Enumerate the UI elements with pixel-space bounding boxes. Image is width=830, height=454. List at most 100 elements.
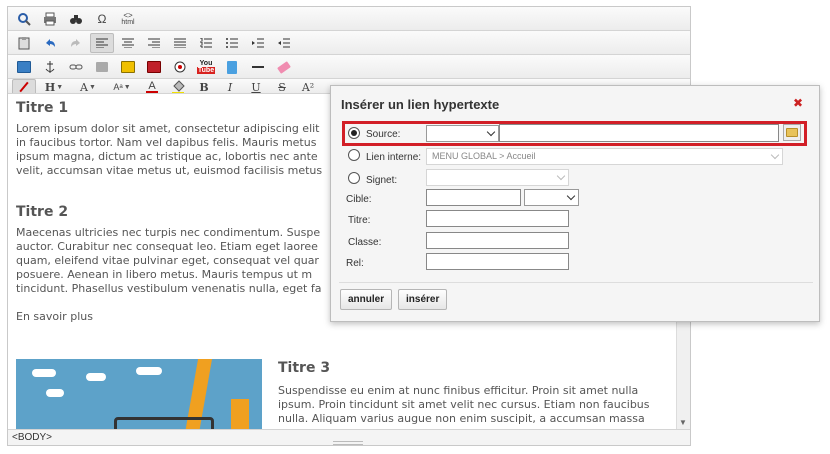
align-center-icon: [122, 38, 134, 48]
table-icon: [17, 61, 31, 73]
chevron-down-icon: [770, 150, 780, 160]
unlink-icon: [96, 62, 108, 72]
paragraph-2: Maecenas ultricies nec turpis nec condim…: [16, 226, 322, 295]
unlink-button[interactable]: [90, 57, 114, 77]
underline-icon: U: [251, 80, 261, 94]
find-button[interactable]: [64, 9, 88, 29]
heading-label: H: [44, 80, 56, 94]
dialog-divider: [339, 282, 813, 283]
target-input[interactable]: [426, 189, 521, 206]
rel-input[interactable]: [426, 253, 569, 270]
preview-button[interactable]: [12, 9, 36, 29]
image-button[interactable]: [116, 57, 140, 77]
horizontal-rule-button[interactable]: [246, 57, 270, 77]
title-input[interactable]: [426, 210, 569, 227]
bookmark-select[interactable]: [426, 169, 569, 186]
horizontal-rule-icon: [252, 66, 264, 68]
pen-icon: [19, 81, 29, 93]
dialog-title: Insérer un lien hypertexte: [341, 97, 500, 112]
heading-titre-3: Titre 3: [278, 360, 331, 376]
align-right-icon: [148, 38, 160, 48]
source-radio[interactable]: [348, 127, 360, 139]
font-family-label: A: [80, 80, 88, 94]
illustration-image: [16, 359, 262, 429]
class-input[interactable]: [426, 232, 569, 249]
redo-icon: [71, 39, 80, 47]
special-char-button[interactable]: Ω: [90, 9, 114, 29]
link-icon: [69, 64, 83, 70]
resize-handle[interactable]: [333, 441, 363, 445]
paint-bucket-icon: [172, 80, 185, 94]
caret-icon: ▼: [56, 83, 64, 91]
indent-icon: [252, 38, 264, 48]
insert-button[interactable]: insérer: [398, 289, 448, 310]
crane-shape: [231, 399, 249, 429]
media-button[interactable]: [168, 57, 192, 77]
document-button[interactable]: [220, 57, 244, 77]
paste-button[interactable]: [12, 33, 36, 53]
superscript-icon: A²: [301, 80, 315, 94]
clear-format-button[interactable]: [272, 57, 296, 77]
internal-link-label: Lien interne:: [366, 152, 422, 163]
align-center-button[interactable]: [116, 33, 140, 53]
cancel-button[interactable]: annuler: [340, 289, 393, 310]
strikethrough-icon: S: [278, 80, 286, 94]
redo-button[interactable]: [64, 33, 88, 53]
caret-icon: ▼: [123, 83, 131, 91]
align-left-icon: [96, 38, 108, 48]
browse-button[interactable]: [783, 124, 801, 141]
outdent-button[interactable]: [272, 33, 296, 53]
youtube-button[interactable]: You Tube: [194, 57, 218, 77]
laptop-shape: [114, 417, 214, 429]
paragraph-1: Lorem ipsum dolor sit amet, consectetur …: [16, 122, 323, 177]
omega-icon: Ω: [97, 12, 107, 26]
undo-button[interactable]: [38, 33, 62, 53]
magnifier-icon: [18, 13, 31, 26]
cloud-shape: [136, 367, 162, 375]
class-label: Classe:: [348, 237, 382, 248]
indent-button[interactable]: [246, 33, 270, 53]
justify-button[interactable]: [168, 33, 192, 53]
table-button[interactable]: [12, 57, 36, 77]
element-path[interactable]: <BODY>: [12, 432, 52, 443]
binoculars-icon: [70, 15, 82, 24]
print-button[interactable]: [38, 9, 62, 29]
code-icon: <>: [123, 11, 133, 20]
bookmark-label: Signet:: [366, 175, 398, 186]
scroll-down-icon[interactable]: ▼: [679, 418, 687, 427]
bullet-list-button[interactable]: [220, 33, 244, 53]
anchor-button[interactable]: [38, 57, 62, 77]
justify-icon: [174, 38, 186, 48]
target-select[interactable]: [524, 189, 579, 206]
cloud-shape: [86, 373, 106, 381]
title-label: Titre:: [348, 215, 371, 226]
source-label: Source:: [366, 129, 401, 140]
insert-link-dialog: Insérer un lien hypertexte ✖ Source: Lie…: [330, 85, 820, 322]
html-label: html: [121, 19, 135, 26]
font-size-label: Aᵃ: [113, 82, 123, 92]
internal-link-value: MENU GLOBAL > Accueil: [432, 151, 536, 161]
link-button[interactable]: [64, 57, 88, 77]
align-right-button[interactable]: [142, 33, 166, 53]
ordered-list-button[interactable]: [194, 33, 218, 53]
paragraph-3: Suspendisse eu enim at nunc finibus effi…: [278, 384, 650, 425]
close-icon[interactable]: ✖: [793, 96, 803, 110]
chevron-down-icon: [556, 171, 566, 181]
youtube-logo-top: You: [199, 60, 213, 67]
bookmark-radio[interactable]: [348, 172, 360, 184]
internal-link-select[interactable]: MENU GLOBAL > Accueil: [426, 148, 783, 165]
printer-icon: [44, 12, 56, 26]
toolbar-row-2: [8, 31, 690, 55]
bullet-list-icon: [226, 38, 238, 48]
internal-link-radio[interactable]: [348, 149, 360, 161]
source-url-input[interactable]: [499, 124, 779, 142]
titre-3-block: Titre 3 Suspendisse eu enim at nunc fini…: [278, 360, 668, 426]
target-label: Cible:: [346, 194, 372, 205]
caret-icon: ▼: [89, 83, 96, 91]
protocol-select[interactable]: [426, 125, 499, 142]
chevron-down-icon: [566, 191, 576, 201]
html-source-button[interactable]: <> html: [116, 9, 140, 29]
folder-icon: [786, 128, 798, 137]
align-left-button[interactable]: [90, 33, 114, 53]
flash-button[interactable]: [142, 57, 166, 77]
